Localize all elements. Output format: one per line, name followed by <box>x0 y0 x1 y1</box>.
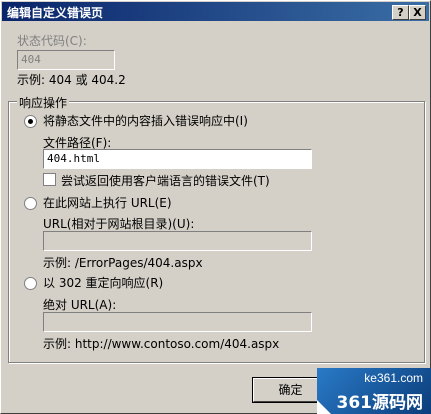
status-code-value: 404 <box>21 53 41 66</box>
localized-file-label[interactable]: 尝试返回使用客户端语言的错误文件(T) <box>61 172 270 189</box>
radio-execute-url-label[interactable]: 在此网站上执行 URL(E) <box>43 194 172 211</box>
file-path-input[interactable]: 404.html <box>43 149 312 169</box>
radio-static-file[interactable] <box>24 115 37 128</box>
response-action-legend: 响应操作 <box>17 94 70 111</box>
localized-file-checkbox[interactable] <box>43 173 56 186</box>
status-code-field[interactable]: 404 <box>17 50 115 70</box>
relative-url-input[interactable] <box>43 231 312 251</box>
absolute-url-example: 示例: http://www.contoso.com/404.aspx <box>43 337 280 351</box>
absolute-url-input[interactable] <box>43 312 312 332</box>
radio-execute-url[interactable] <box>24 197 37 210</box>
window-title: 编辑自定义错误页 <box>7 6 104 20</box>
watermark-triangle <box>317 390 337 414</box>
radio-redirect[interactable] <box>24 277 37 290</box>
help-button[interactable]: ? <box>392 5 409 20</box>
dialog-window: 编辑自定义错误页 ? X 状态代码(C): 404 示例: 404 或 404.… <box>0 0 431 414</box>
title-bar: 编辑自定义错误页 ? X <box>2 2 429 21</box>
file-path-value: 404.html <box>47 152 100 165</box>
watermark-line1: ke361.com <box>364 371 423 385</box>
watermark-line2: 361源码网 <box>336 393 424 413</box>
relative-url-example: 示例: /ErrorPages/404.aspx <box>43 256 203 270</box>
absolute-url-label: 绝对 URL(A): <box>43 298 117 312</box>
watermark-badge: ke361.com 361源码网 <box>317 368 431 414</box>
radio-redirect-label[interactable]: 以 302 重定向响应(R) <box>43 274 163 291</box>
relative-url-label: URL(相对于网站根目录)(U): <box>43 217 195 231</box>
close-button[interactable]: X <box>409 5 426 20</box>
radio-static-file-label[interactable]: 将静态文件中的内容插入错误响应中(I) <box>43 112 248 129</box>
status-code-example: 示例: 404 或 404.2 <box>17 73 126 87</box>
status-code-label: 状态代码(C): <box>17 34 87 48</box>
